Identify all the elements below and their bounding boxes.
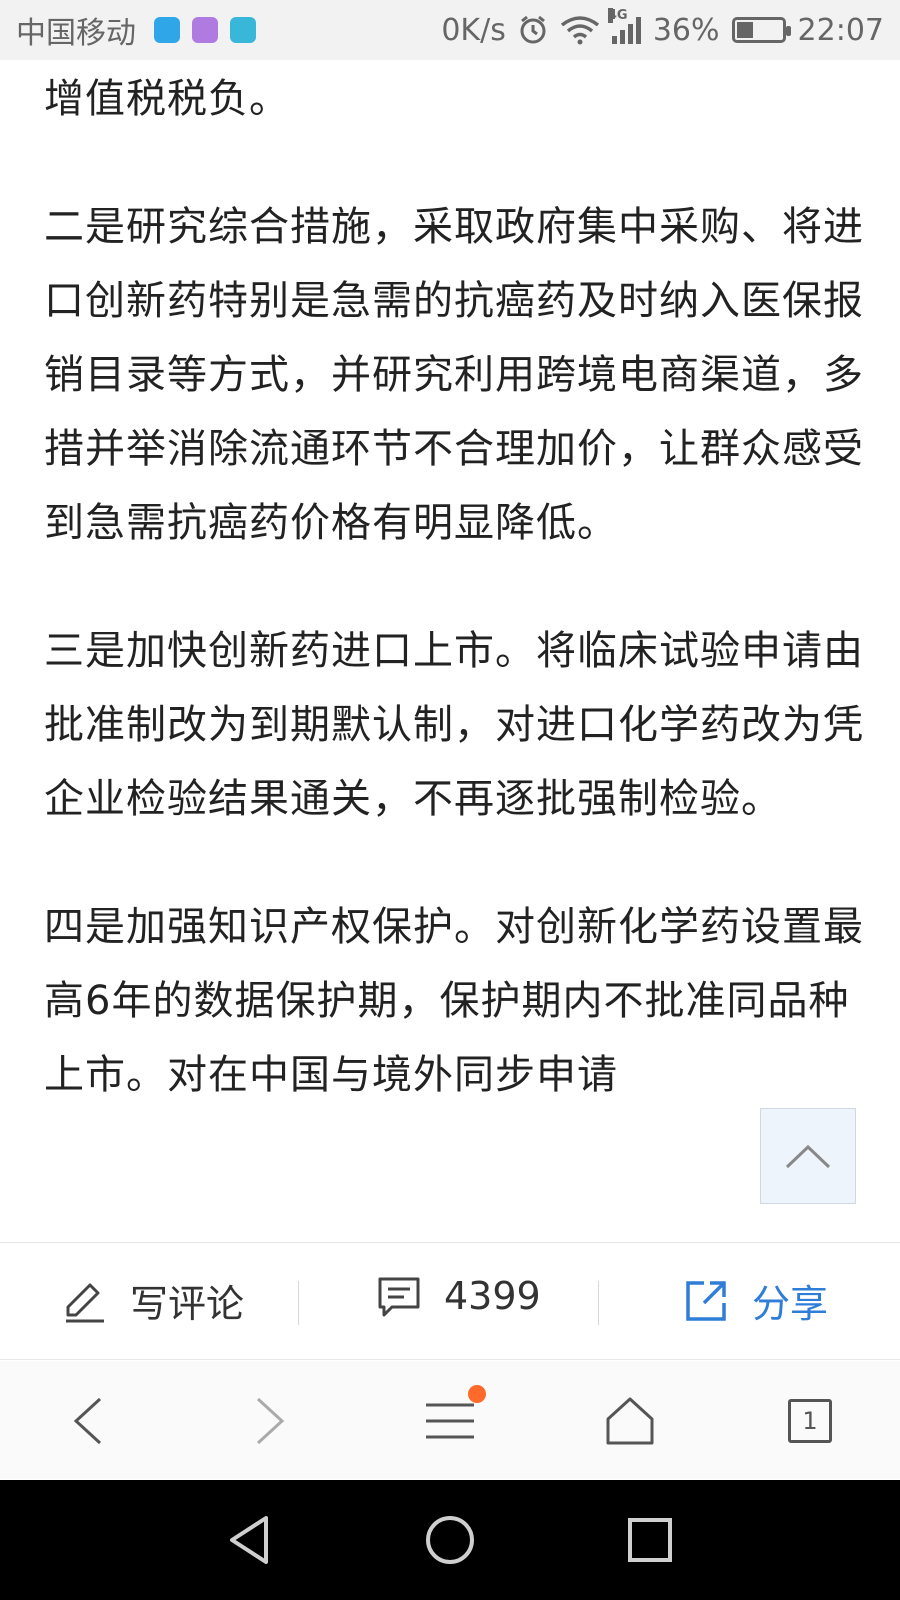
- battery-fill: [736, 22, 753, 38]
- article-paragraph: 四是加强知识产权保护。对创新化学药设置最高6年的数据保护期，保护期内不批准同品种…: [44, 904, 864, 1098]
- back-button[interactable]: [58, 1391, 118, 1451]
- article-paragraph: 三是加快创新药进口上市。将临床试验申请由批准制改为到期默认制，对进口化学药改为凭…: [44, 628, 864, 822]
- network-type: 4G: [607, 8, 628, 23]
- article-action-bar: 写评论 4399 分享: [0, 1242, 900, 1360]
- pencil-icon: [66, 1283, 104, 1322]
- status-bar: 中国移动 0K/s 4G 36% 22:07: [0, 0, 900, 60]
- system-back-icon[interactable]: [222, 1512, 278, 1568]
- system-nav-bar: [0, 1480, 900, 1600]
- carrier-label: 中国移动: [16, 16, 136, 51]
- chevron-left-icon: [73, 1397, 102, 1445]
- comment-icon: [378, 1277, 420, 1317]
- system-home-icon[interactable]: [422, 1512, 478, 1568]
- comments-button[interactable]: 4399: [376, 1273, 541, 1319]
- status-right: 0K/s 4G 36% 22:07: [441, 8, 884, 48]
- home-icon: [606, 1397, 654, 1445]
- forward-button[interactable]: [240, 1391, 300, 1451]
- chat-app-icon: [230, 17, 256, 43]
- browser-app-icon: [154, 17, 180, 43]
- share-icon: [686, 1280, 726, 1321]
- share-label: 分享: [752, 1282, 829, 1326]
- system-recents-icon[interactable]: [622, 1512, 678, 1568]
- divider: [598, 1281, 599, 1325]
- notification-dot: [468, 1385, 486, 1403]
- battery-icon: [731, 17, 791, 43]
- alarm-icon: [520, 15, 546, 44]
- chevron-up-icon: [785, 1144, 831, 1169]
- tab-count: 1: [788, 1399, 832, 1443]
- share-button[interactable]: 分享: [682, 1273, 828, 1328]
- article-paragraph: 增值税税负。: [44, 76, 290, 122]
- write-comment-label: 写评论: [130, 1282, 245, 1326]
- status-left: 中国移动: [16, 8, 256, 52]
- divider: [298, 1281, 299, 1325]
- write-comment-button[interactable]: 写评论: [60, 1273, 244, 1328]
- browser-nav-bar: 1: [0, 1361, 900, 1479]
- signal-icon: 4G: [607, 8, 641, 44]
- gallery-app-icon: [192, 17, 218, 43]
- article-paragraph: 二是研究综合措施，采取政府集中采购、将进口创新药特别是急需的抗癌药及时纳入医保报…: [44, 204, 864, 546]
- comment-count: 4399: [444, 1274, 541, 1318]
- home-button[interactable]: [600, 1391, 660, 1451]
- back-to-top-button[interactable]: [760, 1108, 856, 1204]
- menu-icon: [426, 1403, 474, 1439]
- battery-percent: 36%: [652, 12, 720, 48]
- menu-button[interactable]: [420, 1385, 486, 1451]
- wifi-icon: [560, 16, 599, 45]
- net-speed: 0K/s: [441, 12, 506, 48]
- chevron-right-icon: [256, 1397, 285, 1445]
- article-body: 增值税税负。 二是研究综合措施，采取政府集中采购、将进口创新药特别是急需的抗癌药…: [44, 60, 864, 1240]
- tabs-button[interactable]: 1: [780, 1391, 840, 1451]
- clock: 22:07: [797, 12, 884, 48]
